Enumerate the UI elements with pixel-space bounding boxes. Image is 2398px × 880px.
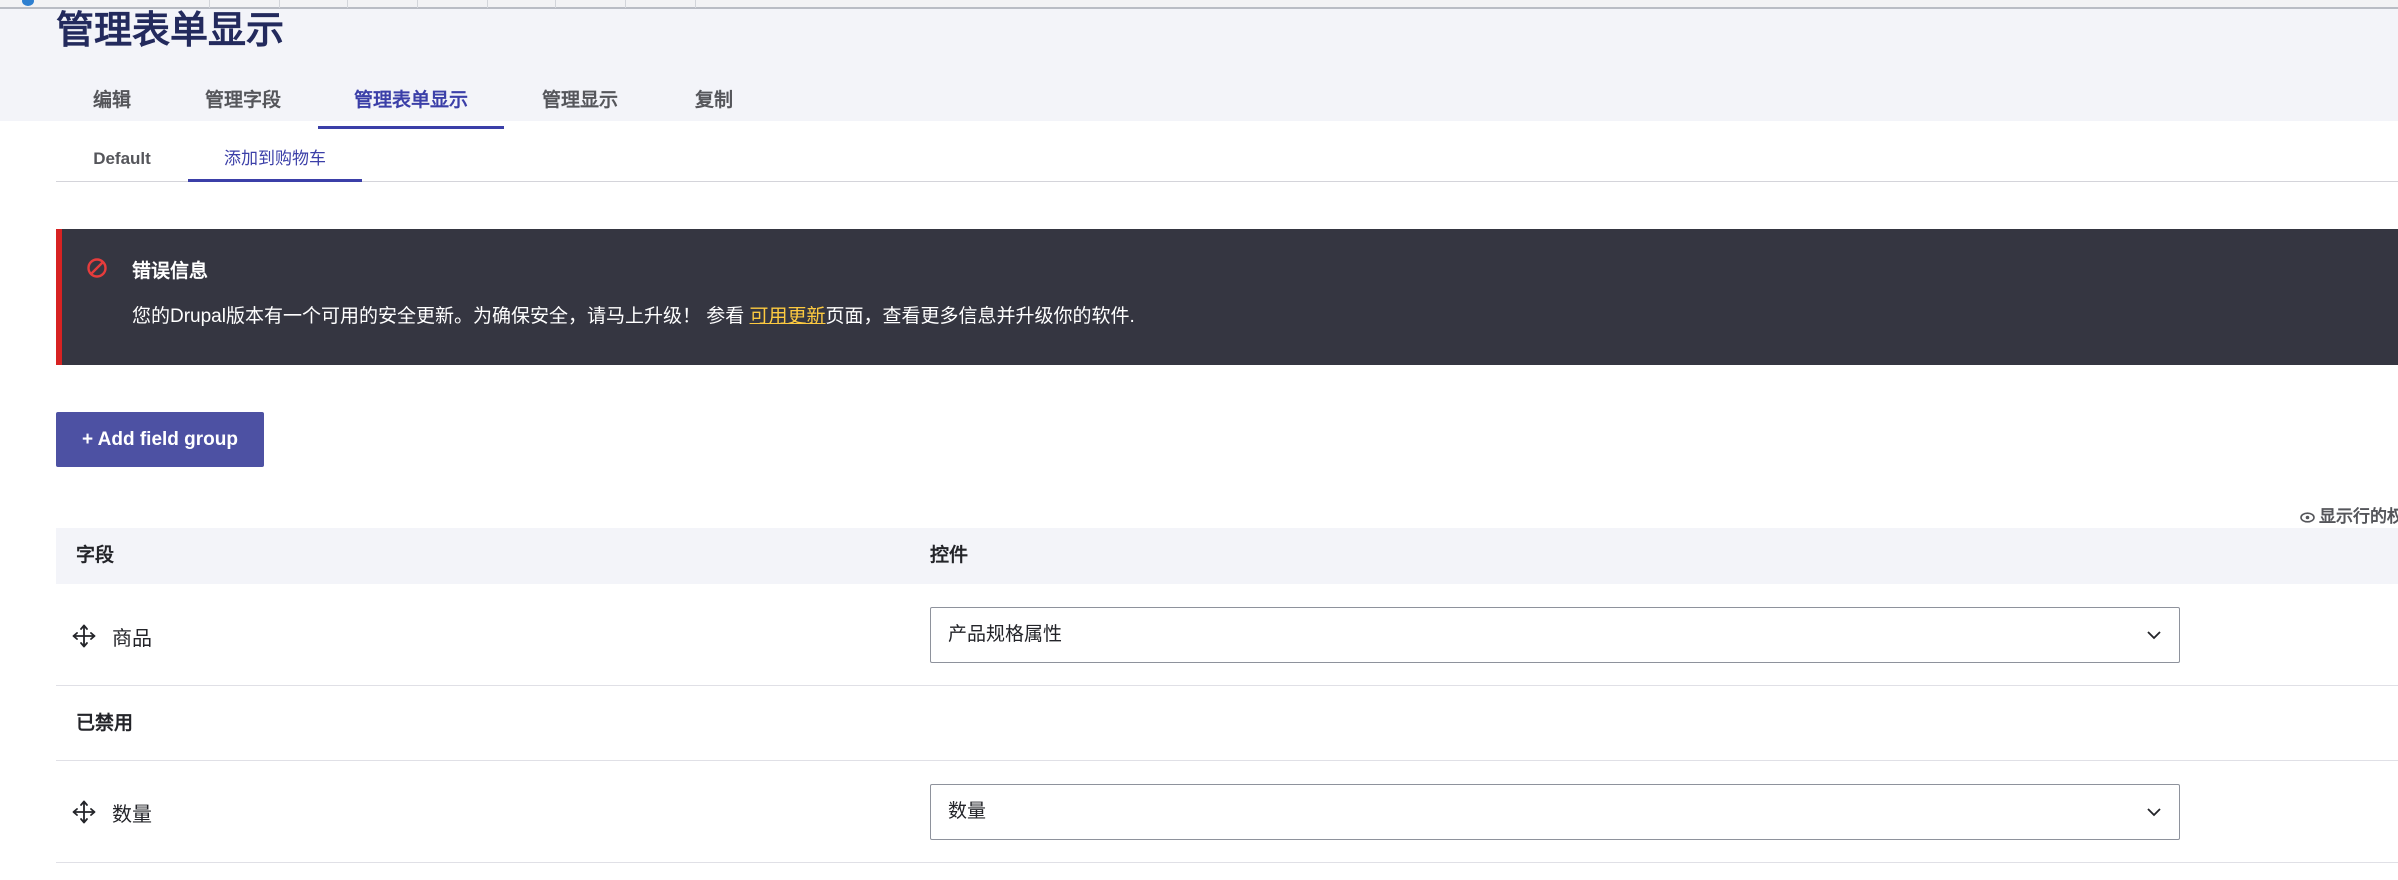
chevron-down-icon	[2147, 808, 2161, 817]
table-row: 商品 产品规格属性	[56, 584, 2398, 686]
show-row-weights-label: 显示行的权	[2319, 507, 2398, 526]
column-header-field: 字段	[76, 545, 115, 566]
browser-tab-strip	[0, 0, 2398, 9]
field-label-quantity: 数量	[112, 804, 152, 826]
page-header: 管理表单显示 编辑 管理字段 管理表单显示 管理显示 复制	[0, 9, 2398, 129]
widget-select-product[interactable]: 产品规格属性	[930, 607, 2180, 663]
drag-handle-icon[interactable]	[72, 624, 96, 648]
tab-default[interactable]: Default	[56, 136, 188, 182]
table-header: 字段 控件	[56, 528, 2398, 584]
tab-manage-display[interactable]: 管理显示	[504, 73, 656, 129]
column-header-widget: 控件	[930, 545, 969, 566]
browser-tab[interactable]	[626, 0, 696, 8]
drag-handle-icon[interactable]	[72, 800, 96, 824]
browser-tab[interactable]	[556, 0, 626, 8]
tab-duplicate[interactable]: 复制	[656, 73, 772, 129]
page-title: 管理表单显示	[56, 10, 285, 52]
browser-tab[interactable]	[488, 0, 556, 8]
browser-tab[interactable]	[348, 0, 418, 8]
browser-tab[interactable]	[418, 0, 488, 8]
error-message: 错误信息 您的Drupal版本有一个可用的安全更新。为确保安全，请马上升级！ 参…	[56, 229, 2398, 365]
browser-tab[interactable]	[210, 0, 280, 8]
error-circle-icon	[87, 258, 107, 278]
table-row: 数量 数量	[56, 761, 2398, 863]
message-text-before: 您的Drupal版本有一个可用的安全更新。为确保安全，请马上升级！ 参看	[132, 306, 750, 327]
tab-manage-fields[interactable]: 管理字段	[168, 73, 318, 129]
message-text: 您的Drupal版本有一个可用的安全更新。为确保安全，请马上升级！ 参看 可用更…	[132, 301, 1135, 328]
available-updates-link[interactable]: 可用更新	[750, 306, 826, 327]
tab-manage-form-display[interactable]: 管理表单显示	[318, 73, 504, 129]
tab-add-to-cart[interactable]: 添加到购物车	[188, 136, 362, 182]
widget-select-value: 数量	[948, 801, 987, 822]
browser-tab[interactable]	[280, 0, 348, 8]
widget-select-quantity[interactable]: 数量	[930, 784, 2180, 840]
browser-tab[interactable]	[0, 0, 210, 8]
chevron-down-icon	[2147, 631, 2161, 640]
field-display-table: 字段 控件 商品 产品规格属性 已禁用 数量 数量	[56, 528, 2398, 863]
widget-select-value: 产品规格属性	[948, 624, 1063, 645]
show-row-weights-link[interactable]: 显示行的权	[2300, 502, 2398, 527]
secondary-tabs: Default 添加到购物车	[56, 136, 2398, 182]
eye-icon	[2300, 512, 2315, 523]
message-title: 错误信息	[132, 261, 209, 282]
add-field-group-button[interactable]: + Add field group	[56, 412, 264, 467]
region-row-disabled: 已禁用	[56, 686, 2398, 761]
message-text-after: 页面，查看更多信息并升级你的软件.	[825, 306, 1135, 327]
region-title-disabled: 已禁用	[76, 713, 134, 734]
tab-edit[interactable]: 编辑	[56, 73, 168, 129]
field-label-product: 商品	[112, 628, 152, 650]
